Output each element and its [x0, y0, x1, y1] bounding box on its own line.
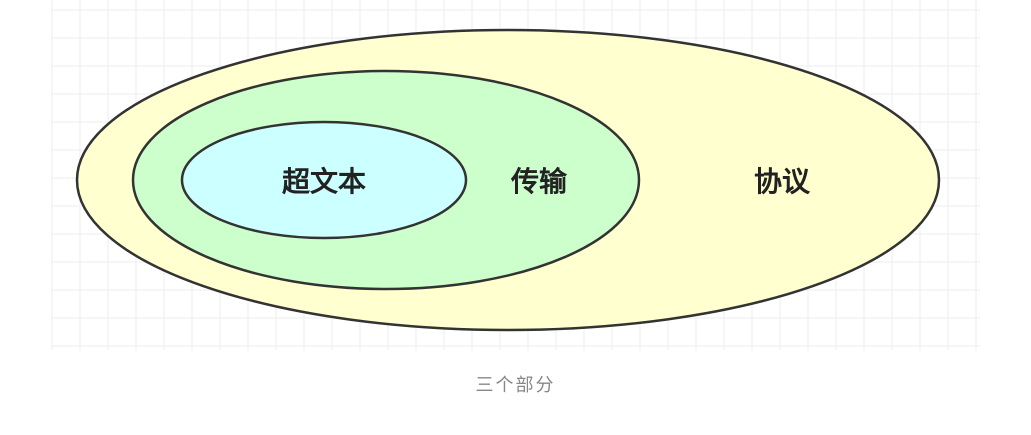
figure-caption: 三个部分: [475, 375, 556, 396]
label-transfer: 传输: [510, 165, 568, 198]
label-hypertext: 超文本: [282, 165, 366, 198]
nested-ellipse-diagram: 超文本 传输 协议: [51, 0, 980, 350]
label-protocol: 协议: [754, 165, 811, 198]
